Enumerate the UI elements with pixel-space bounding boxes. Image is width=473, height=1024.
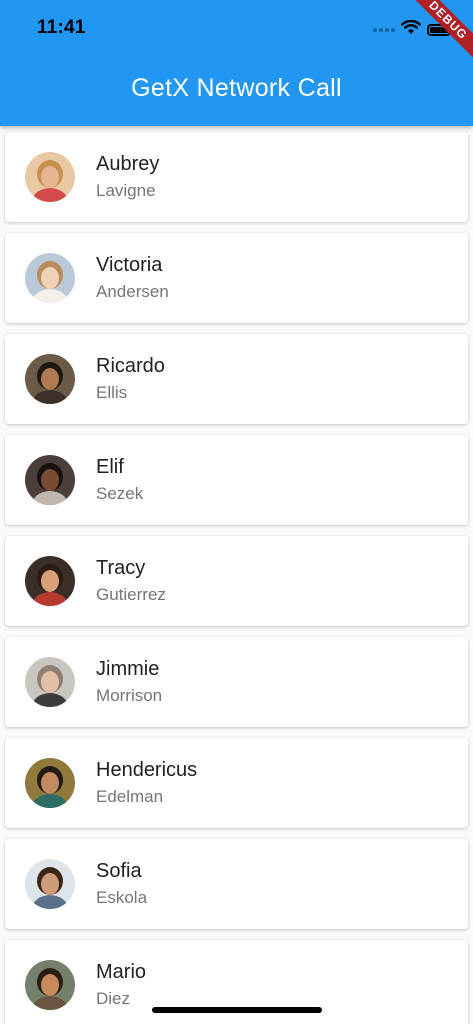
user-card[interactable]: Elif Sezek — [5, 435, 468, 525]
app-screen: 11:41 GetX Network Call DEBUG Aubrey Lav… — [0, 0, 473, 1024]
user-first-name: Victoria — [96, 254, 163, 276]
avatar — [25, 253, 75, 303]
user-last-name: Edelman — [96, 787, 164, 806]
user-last-name: Eskola — [96, 888, 148, 907]
user-last-name: Morrison — [96, 686, 163, 705]
user-last-name: Andersen — [96, 282, 169, 301]
user-first-name: Ricardo — [96, 355, 165, 377]
user-card[interactable]: Tracy Gutierrez — [5, 536, 468, 626]
avatar — [25, 657, 75, 707]
user-card[interactable]: Victoria Andersen — [5, 233, 468, 323]
user-first-name: Mario — [96, 961, 147, 983]
user-last-name: Lavigne — [96, 181, 156, 200]
signal-dots-icon — [373, 28, 395, 32]
app-bar: 11:41 GetX Network Call — [0, 0, 473, 126]
page-title: GetX Network Call — [131, 74, 342, 102]
avatar — [25, 354, 75, 404]
avatar — [25, 455, 75, 505]
home-indicator[interactable] — [152, 1007, 322, 1013]
status-time: 11:41 — [37, 17, 86, 38]
user-first-name: Aubrey — [96, 153, 160, 175]
avatar — [25, 960, 75, 1010]
avatar — [25, 556, 75, 606]
user-card[interactable]: Hendericus Edelman — [5, 738, 468, 828]
user-last-name: Sezek — [96, 484, 144, 503]
user-first-name: Tracy — [96, 557, 146, 579]
user-card[interactable]: Aubrey Lavigne — [5, 132, 468, 222]
user-last-name: Gutierrez — [96, 585, 166, 604]
user-last-name: Ellis — [96, 383, 128, 402]
user-card[interactable]: Ricardo Ellis — [5, 334, 468, 424]
user-first-name: Jimmie — [96, 658, 160, 680]
user-card[interactable]: Jimmie Morrison — [5, 637, 468, 727]
user-last-name: Diez — [96, 989, 131, 1008]
user-first-name: Hendericus — [96, 759, 198, 781]
user-card[interactable]: Sofia Eskola — [5, 839, 468, 929]
avatar — [25, 152, 75, 202]
wifi-icon — [401, 19, 421, 40]
avatar — [25, 859, 75, 909]
user-first-name: Elif — [96, 456, 124, 478]
user-first-name: Sofia — [96, 860, 142, 882]
avatar — [25, 758, 75, 808]
